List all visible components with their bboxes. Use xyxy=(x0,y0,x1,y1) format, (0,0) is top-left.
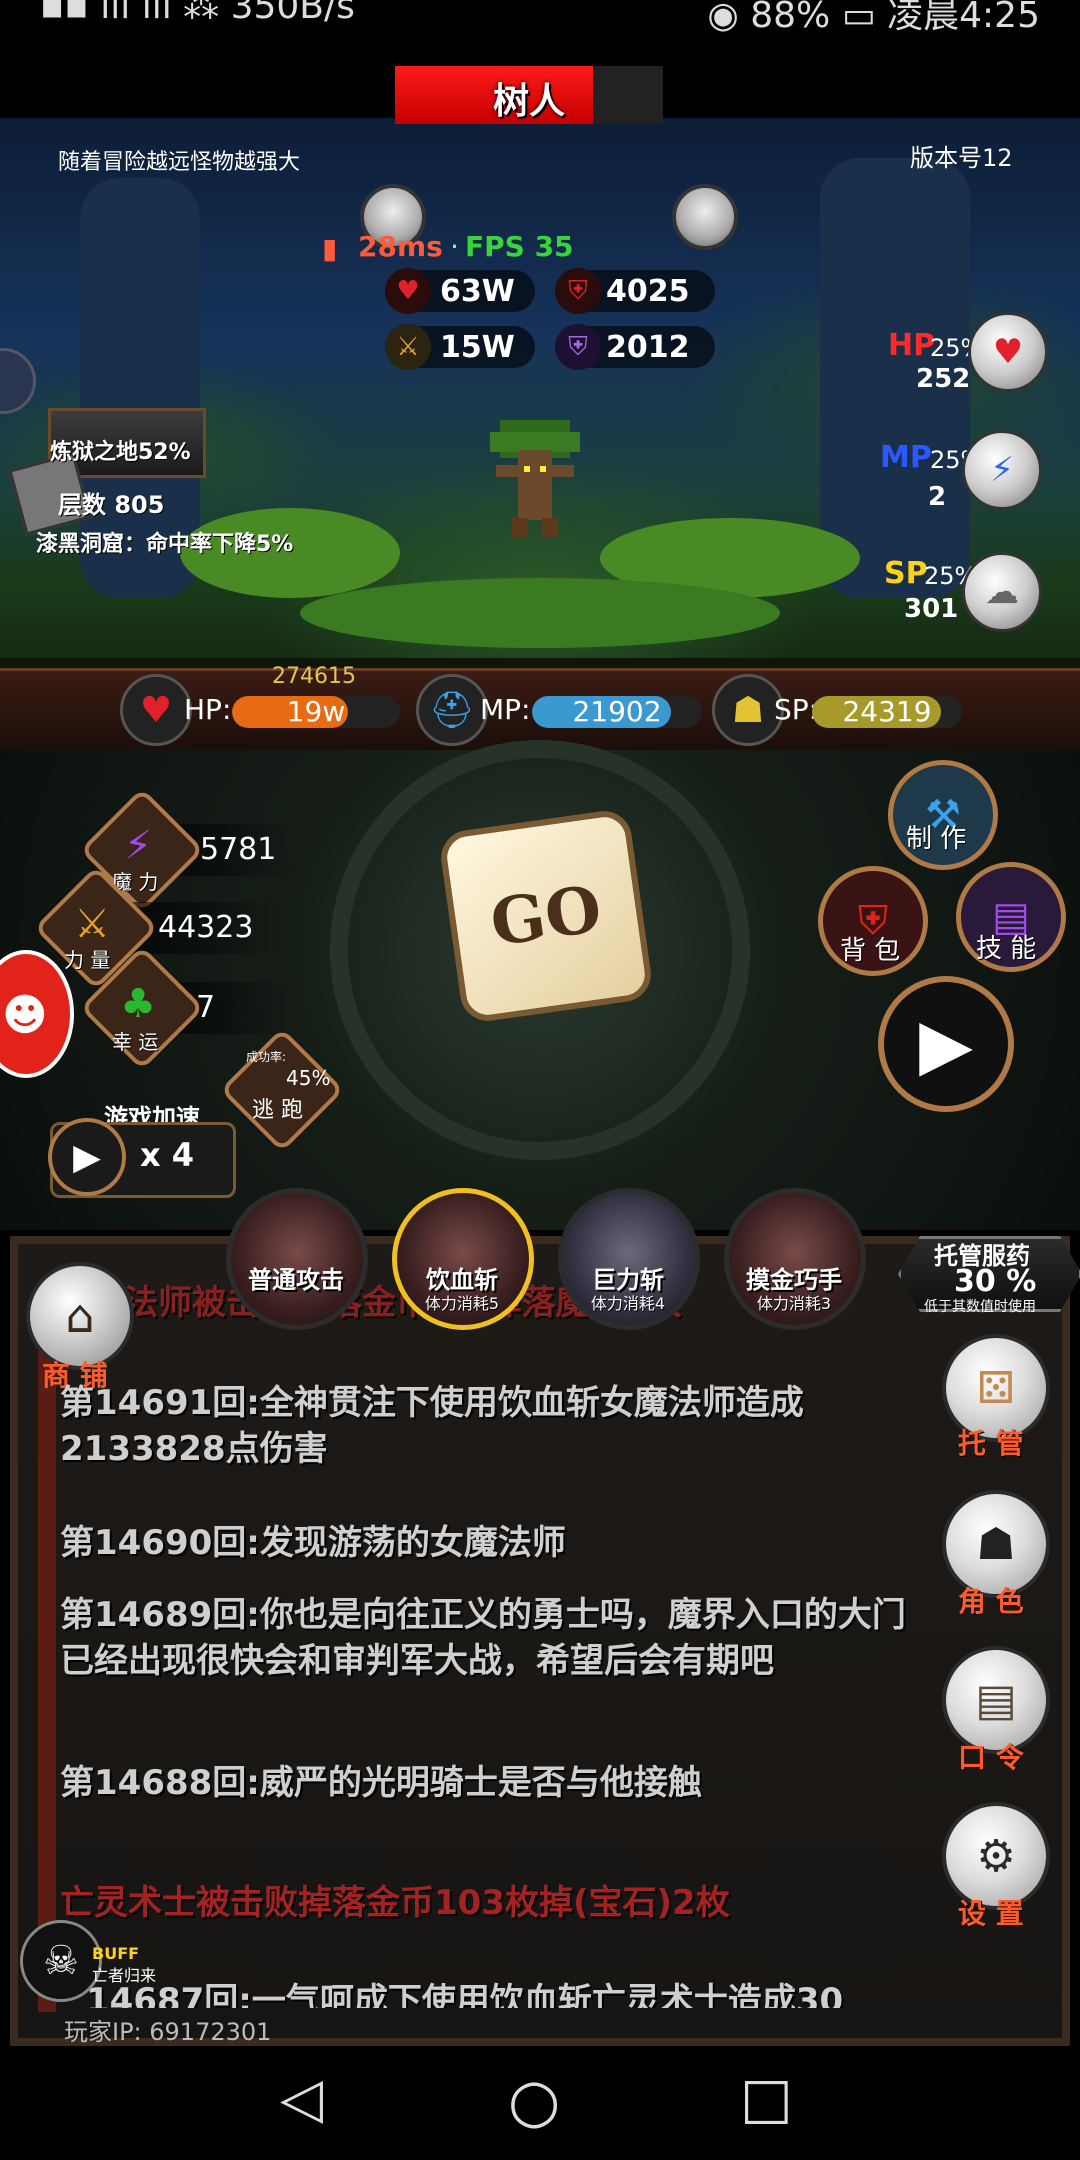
log-entry: 第14691回:全神贯注下使用饮血斩女魔法师造成2133828点伤害 xyxy=(60,1383,804,1469)
attr-value-magic: 5781 xyxy=(200,832,277,867)
hp-label: HP: xyxy=(184,693,232,726)
hp-max: 274615 xyxy=(272,664,356,689)
log-entry: 第14689回:你也是向往正义的勇士吗，魔界入口的大门已经出现很快会和审判军大战… xyxy=(60,1595,906,1681)
auto-potion-pct: 30 % xyxy=(954,1264,1037,1299)
ping-value: 28ms xyxy=(358,230,443,263)
enemy-defense: 4025 xyxy=(606,274,690,309)
bush-center xyxy=(300,578,780,648)
escape-caption: 成功率: xyxy=(246,1050,287,1064)
status-right: ◉ 88% ▭ 凌晨4:25 xyxy=(707,0,1040,36)
mp-label: MP: xyxy=(480,693,531,726)
log-entry-loot: 亡灵术士被击败掉落金币103枚掉(宝石)2枚 xyxy=(60,1883,730,1923)
mp-potion-count: 2 xyxy=(928,482,947,512)
log-entry-partial: 14687回:一气呵成下使用饮血斩亡灵术士造成30 xyxy=(86,1981,844,2008)
mp-potion-icon[interactable]: ⚡ xyxy=(962,430,1042,510)
sp-potion-icon[interactable]: ☁ xyxy=(962,552,1042,632)
speed-value: x 4 xyxy=(140,1136,195,1174)
treant-monster xyxy=(490,420,580,538)
fps-value: FPS 35 xyxy=(465,230,574,263)
skill-cost: 体力消耗4 xyxy=(590,1294,666,1313)
person-icon: ☻ xyxy=(2,990,48,1041)
hp-potion-count: 252 xyxy=(916,364,971,394)
auto-potion-note: 低于其数值时使用 xyxy=(924,1299,1036,1315)
skills-label: 技 能 xyxy=(976,934,1037,964)
enemy-hp: 63W xyxy=(440,274,515,309)
version-label: 版本号12 xyxy=(910,144,1013,172)
auto-battle-label: 托 管 xyxy=(958,1427,1024,1460)
bag-label: 背 包 xyxy=(840,936,901,966)
tip-text: 随着冒险越远怪物越强大 xyxy=(58,150,301,175)
purple-shield-icon: ⛨ xyxy=(555,324,601,370)
floor-count: 层数 805 xyxy=(58,491,165,519)
mp-bar: 21902 xyxy=(532,696,702,728)
buff-subtitle: 亡者归来 xyxy=(92,1966,157,1985)
red-shield-icon: ⛨ xyxy=(555,268,601,314)
dungeon-name: 炼狱之地52% xyxy=(50,440,191,465)
back-nav-button[interactable]: ◁ xyxy=(280,2066,323,2131)
skull-icon xyxy=(672,184,738,250)
hp-value: 19w xyxy=(286,696,346,728)
mp-potion-label: MP xyxy=(880,440,932,475)
log-entry: 第14690回:发现游荡的女魔法师 xyxy=(60,1523,566,1563)
character-label: 角 色 xyxy=(958,1585,1024,1618)
shop-icon: ⌂ xyxy=(65,1289,95,1343)
escape-rate: 45% xyxy=(286,1066,331,1090)
signal-icon: ▮ xyxy=(322,232,338,265)
boss-name: 树人 xyxy=(492,81,565,122)
hooded-figure-icon: ☗ xyxy=(976,1518,1016,1570)
dice-label: GO xyxy=(486,871,606,961)
skill-cost: 体力消耗3 xyxy=(756,1294,832,1313)
hp-potion-label: HP xyxy=(888,328,936,363)
code-label: 口 令 xyxy=(958,1741,1024,1774)
dice-icon: ⚄ xyxy=(976,1362,1016,1414)
sp-potion-label: SP xyxy=(884,556,928,591)
dungeon-debuff: 漆黑洞窟：命中率下降5% xyxy=(36,532,294,557)
attr-label-luck: 幸 运 xyxy=(112,1030,159,1054)
log-entry: 第14688回:威严的光明骑士是否与他接触 xyxy=(60,1763,702,1803)
skull-buff-icon[interactable]: ☠ xyxy=(20,1920,102,2002)
auto-play-button[interactable]: ▶ xyxy=(878,976,1014,1112)
sp-bar: 24319 xyxy=(812,696,962,728)
attr-value-luck: 7 xyxy=(196,990,216,1025)
sword-icon: ⚔ xyxy=(385,324,431,370)
hp-bar: 19w xyxy=(232,696,400,728)
recents-nav-button[interactable]: □ xyxy=(740,2066,793,2131)
skill-cost: 体力消耗5 xyxy=(424,1294,500,1313)
settings-label: 设 置 xyxy=(958,1897,1024,1930)
gear-icon: ⚙ xyxy=(976,1830,1016,1882)
home-nav-button[interactable]: ○ xyxy=(508,2066,560,2136)
go-dice-button[interactable]: GO xyxy=(437,807,655,1025)
heart-icon: ♥ xyxy=(385,268,431,314)
skill-name: 普通攻击 xyxy=(248,1266,344,1294)
sp-value: 24319 xyxy=(842,696,932,728)
hp-potion-icon[interactable]: ♥ xyxy=(968,312,1048,392)
status-left: ▪▪ ıll ıll ⁂ 350B/s xyxy=(40,0,355,27)
sp-potion-count: 301 xyxy=(904,594,959,624)
scroll-book-icon: ▤ xyxy=(975,1674,1017,1726)
enemy-attack: 15W xyxy=(440,330,515,365)
buff-title: BUFF xyxy=(92,1944,140,1963)
attr-value-strength: 44323 xyxy=(158,910,254,945)
escape-label: 逃 跑 xyxy=(252,1098,303,1123)
log-accent-strip xyxy=(38,1296,56,2012)
separator: · xyxy=(450,230,459,263)
enemy-magic-defense: 2012 xyxy=(606,330,690,365)
player-ip: 玩家IP: 69172301 xyxy=(64,2018,272,2046)
craft-label: 制 作 xyxy=(906,824,967,854)
skill-normal-attack[interactable] xyxy=(226,1188,368,1330)
navigation-bar: ◁ ○ □ xyxy=(0,2046,1080,2160)
heart-icon: ♥ xyxy=(120,674,192,746)
helmet-icon: ⛑ xyxy=(416,674,488,746)
sleep-icon[interactable] xyxy=(0,348,36,414)
play-icon[interactable]: ▶ xyxy=(48,1118,126,1196)
play-icon: ▶ xyxy=(919,1003,973,1085)
mp-value: 21902 xyxy=(572,696,662,728)
